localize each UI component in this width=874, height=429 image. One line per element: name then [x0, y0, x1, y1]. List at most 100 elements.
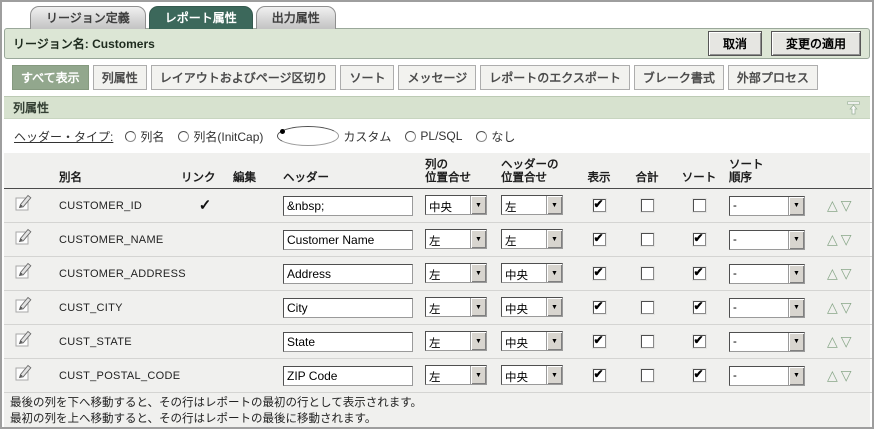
filter-button[interactable]: メッセージ — [398, 65, 476, 90]
sum-checkbox[interactable] — [641, 335, 654, 348]
report-attributes-page: リージョン定義レポート属性出力属性 リージョン名: Customers 取消 変… — [0, 0, 874, 429]
tab-item[interactable]: レポート属性 — [149, 6, 253, 29]
column-alignment-select[interactable]: 左▼ — [425, 331, 487, 351]
edit-indicator — [231, 291, 281, 325]
edit-row-icon[interactable] — [6, 330, 33, 353]
sort-checkbox[interactable] — [693, 335, 706, 348]
show-checkbox[interactable] — [593, 267, 606, 280]
sort-header: ソート — [671, 153, 727, 189]
move-up-icon[interactable]: △ — [827, 367, 838, 383]
action-buttons: 取消 変更の適用 — [708, 31, 861, 56]
table-row: CUST_POSTAL_CODE 左▼ 中央▼ -▼ △▽ — [4, 359, 874, 393]
move-down-icon[interactable]: ▽ — [841, 231, 852, 247]
cancel-button[interactable]: 取消 — [708, 31, 762, 56]
move-up-icon[interactable]: △ — [827, 265, 838, 281]
filter-button[interactable]: すべて表示 — [12, 65, 89, 90]
column-alignment-select[interactable]: 左▼ — [425, 297, 487, 317]
show-checkbox[interactable] — [593, 199, 606, 212]
header-type-label[interactable]: ヘッダー・タイプ: — [14, 128, 113, 145]
sum-checkbox[interactable] — [641, 369, 654, 382]
column-attributes-grid: 別名 リンク 編集 ヘッダー 列の 位置合せ ヘッダーの 位置合せ 表示 合計 … — [4, 153, 870, 393]
show-checkbox[interactable] — [593, 233, 606, 246]
edit-row-icon[interactable] — [6, 262, 33, 285]
radio-icon[interactable] — [277, 126, 339, 146]
header-text-input[interactable] — [283, 332, 413, 352]
table-row: CUST_CITY 左▼ 中央▼ -▼ △▽ — [4, 291, 874, 325]
edit-row-icon[interactable] — [6, 194, 33, 217]
sort-checkbox[interactable] — [693, 301, 706, 314]
sort-checkbox[interactable] — [693, 369, 706, 382]
apply-changes-button[interactable]: 変更の適用 — [771, 31, 861, 56]
radio-icon[interactable] — [125, 131, 136, 142]
move-down-icon[interactable]: ▽ — [841, 197, 852, 213]
tab-item[interactable]: リージョン定義 — [30, 6, 146, 29]
footer-note-2: 最初の列を上へ移動すると、その行はレポートの最後に移動されます。 — [10, 412, 864, 428]
column-alignment-select[interactable]: 左▼ — [425, 365, 487, 385]
header-alignment-select[interactable]: 左▼ — [501, 195, 563, 215]
header-alignment-select[interactable]: 左▼ — [501, 229, 563, 249]
show-checkbox[interactable] — [593, 335, 606, 348]
move-down-icon[interactable]: ▽ — [841, 333, 852, 349]
sort-checkbox[interactable] — [693, 199, 706, 212]
chevron-down-icon: ▼ — [470, 298, 486, 316]
header-text-input[interactable] — [283, 298, 413, 318]
table-row: CUST_STATE 左▼ 中央▼ -▼ △▽ — [4, 325, 874, 359]
filter-button[interactable]: レポートのエクスポート — [480, 65, 630, 90]
filter-button[interactable]: ブレーク書式 — [634, 65, 724, 90]
filter-button[interactable]: 外部プロセス — [728, 65, 818, 90]
header-type-option[interactable]: PL/SQL — [405, 129, 462, 143]
header-type-option[interactable]: 列名 — [125, 128, 164, 145]
edit-row-icon[interactable] — [6, 228, 33, 251]
sort-sequence-select[interactable]: -▼ — [729, 366, 805, 386]
sort-sequence-select[interactable]: -▼ — [729, 264, 805, 284]
sum-checkbox[interactable] — [641, 301, 654, 314]
sort-checkbox[interactable] — [693, 233, 706, 246]
show-checkbox[interactable] — [593, 369, 606, 382]
show-checkbox[interactable] — [593, 301, 606, 314]
header-alignment-select[interactable]: 中央▼ — [501, 263, 563, 283]
column-alignment-select[interactable]: 中央▼ — [425, 195, 487, 215]
filter-button[interactable]: 列属性 — [93, 65, 147, 90]
move-down-icon[interactable]: ▽ — [841, 367, 852, 383]
move-down-icon[interactable]: ▽ — [841, 299, 852, 315]
header-type-option[interactable]: なし — [476, 128, 515, 145]
chevron-down-icon: ▼ — [470, 196, 486, 214]
table-row: CUSTOMER_ADDRESS 左▼ 中央▼ -▼ △▽ — [4, 257, 874, 291]
move-up-icon[interactable]: △ — [827, 197, 838, 213]
sum-checkbox[interactable] — [641, 267, 654, 280]
sort-sequence-select[interactable]: -▼ — [729, 332, 805, 352]
header-alignment-select[interactable]: 中央▼ — [501, 331, 563, 351]
edit-row-icon[interactable] — [6, 364, 33, 387]
column-alignment-select[interactable]: 左▼ — [425, 263, 487, 283]
header-text-input[interactable] — [283, 230, 413, 250]
collapse-to-top-icon[interactable] — [846, 101, 861, 115]
sort-sequence-select[interactable]: -▼ — [729, 230, 805, 250]
sum-checkbox[interactable] — [641, 233, 654, 246]
move-up-icon[interactable]: △ — [827, 333, 838, 349]
header-text-input[interactable] — [283, 264, 413, 284]
radio-icon[interactable] — [178, 131, 189, 142]
chevron-down-icon: ▼ — [788, 333, 804, 351]
header-text-input[interactable] — [283, 196, 413, 216]
header-alignment-select[interactable]: 中央▼ — [501, 297, 563, 317]
move-up-icon[interactable]: △ — [827, 299, 838, 315]
move-down-icon[interactable]: ▽ — [841, 265, 852, 281]
move-up-icon[interactable]: △ — [827, 231, 838, 247]
header-text-input[interactable] — [283, 366, 413, 386]
sort-sequence-select[interactable]: -▼ — [729, 298, 805, 318]
header-type-option[interactable]: 列名(InitCap) — [178, 128, 263, 145]
filter-button[interactable]: ソート — [340, 65, 394, 90]
sort-sequence-select[interactable]: -▼ — [729, 196, 805, 216]
column-alias: CUSTOMER_ID — [46, 189, 179, 223]
sort-checkbox[interactable] — [693, 267, 706, 280]
radio-icon[interactable] — [476, 131, 487, 142]
radio-icon[interactable] — [405, 131, 416, 142]
header-type-option[interactable]: カスタム — [277, 126, 391, 146]
sum-header: 合計 — [623, 153, 671, 189]
tab-item[interactable]: 出力属性 — [256, 6, 336, 29]
edit-row-icon[interactable] — [6, 296, 33, 319]
header-alignment-select[interactable]: 中央▼ — [501, 365, 563, 385]
filter-button[interactable]: レイアウトおよびページ区切り — [151, 65, 337, 90]
sum-checkbox[interactable] — [641, 199, 654, 212]
column-alignment-select[interactable]: 左▼ — [425, 229, 487, 249]
